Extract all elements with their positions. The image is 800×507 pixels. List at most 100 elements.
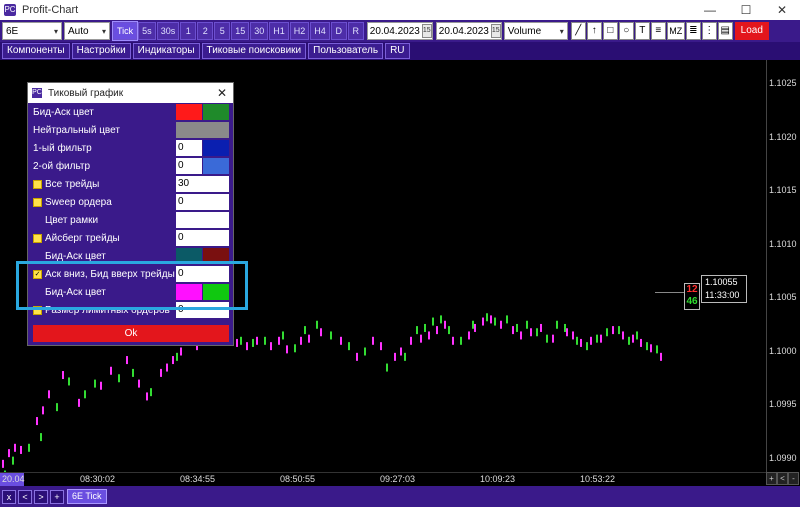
checkbox[interactable]: [33, 197, 42, 207]
time-axis[interactable]: 20.04 08:30:02 08:34:55 08:50:55 09:27:03 10…: [0, 472, 766, 486]
price-axis[interactable]: 1.1025 1.1020 1.1015 1.1010 1.1005 1.1000 1.09…: [766, 60, 800, 472]
close-icon[interactable]: ✕: [217, 86, 227, 100]
close-sheet-button[interactable]: x: [2, 489, 16, 504]
bid-tick-mark: [428, 331, 430, 340]
bid-tick-mark: [394, 352, 396, 361]
setting-value-input[interactable]: [176, 212, 229, 228]
prev-sheet-button[interactable]: <: [18, 489, 32, 504]
bid-count: 12: [686, 284, 698, 295]
timeframe-5-button[interactable]: 5: [214, 22, 231, 40]
line-tool-icon[interactable]: ╱: [570, 22, 586, 40]
text-tool-icon[interactable]: T: [634, 22, 650, 40]
grid-tool-icon[interactable]: ▤: [717, 22, 733, 40]
timeframe-2-button[interactable]: 2: [197, 22, 214, 40]
timeframe-d-button[interactable]: D: [330, 22, 347, 40]
setting-row: Цвет рамки: [28, 211, 233, 229]
list-tool-icon[interactable]: ≣: [685, 22, 701, 40]
sheet-tab[interactable]: 6E Tick: [67, 489, 107, 504]
filter-color-swatch[interactable]: [203, 140, 229, 156]
timeframe-1-button[interactable]: 1: [180, 22, 197, 40]
bid-tick-mark: [500, 320, 502, 329]
levels-tool-icon[interactable]: ≡: [650, 22, 666, 40]
minimize-button[interactable]: —: [692, 0, 728, 20]
timeframe-30s-button[interactable]: 30s: [156, 22, 180, 40]
menu-item-1[interactable]: Настройки: [71, 43, 131, 59]
axis-scroll-left-button[interactable]: <: [777, 472, 788, 485]
filter-value-input[interactable]: 0: [176, 140, 202, 156]
menu-item-3[interactable]: Тиковые поисковики: [201, 43, 307, 59]
bid-tick-mark: [490, 315, 492, 324]
menu-item-2[interactable]: Индикаторы: [132, 43, 200, 59]
next-sheet-button[interactable]: >: [34, 489, 48, 504]
timeframe-h2-button[interactable]: H2: [289, 22, 310, 40]
axis-scroll-right-button[interactable]: -: [788, 472, 799, 485]
timeframe-5s-button[interactable]: 5s: [138, 22, 156, 40]
setting-label: Бид-Аск цвет: [33, 106, 94, 118]
checkbox[interactable]: [33, 233, 42, 243]
load-button[interactable]: Load: [734, 22, 769, 40]
bid-tick-mark: [660, 352, 662, 361]
ask-tick-mark: [240, 336, 242, 345]
vol-tool-icon[interactable]: ⋮: [701, 22, 717, 40]
timeframe-h4-button[interactable]: H4: [310, 22, 330, 40]
bid-tick-mark: [166, 363, 168, 372]
bid-tick-mark: [622, 331, 624, 340]
setting-value-input[interactable]: 0: [176, 194, 229, 210]
ask-tick-mark: [424, 323, 426, 332]
timeframe-30-button[interactable]: 30: [250, 22, 269, 40]
chevron-down-icon: ▾: [53, 26, 58, 36]
setting-value-input[interactable]: 30: [176, 176, 229, 192]
price-tick-label: 1.0990: [769, 452, 797, 463]
arrow-tool-icon[interactable]: ↑: [586, 22, 602, 40]
ask-tick-mark: [586, 342, 588, 351]
timeframe-tick-button[interactable]: Tick: [111, 21, 139, 41]
mz-tool-icon[interactable]: MZ: [666, 22, 685, 40]
price-guide-line: [655, 292, 685, 293]
price-tick-label: 1.1005: [769, 292, 797, 302]
filter-color-swatch[interactable]: [203, 158, 229, 174]
bid-tick-mark: [100, 381, 102, 390]
add-sheet-button[interactable]: +: [50, 489, 64, 504]
neutral-color-swatch[interactable]: [176, 122, 229, 138]
axis-date: 20.04: [0, 473, 25, 486]
bid-color-swatch[interactable]: [176, 104, 202, 120]
bid-ask-count-box: 12 46: [684, 283, 700, 310]
timeframe-r-button[interactable]: R: [347, 22, 364, 40]
rect-tool-icon[interactable]: □: [602, 22, 618, 40]
mode-select[interactable]: Auto ▾: [64, 22, 110, 40]
ask-tick-mark: [28, 443, 30, 452]
menu-item-0[interactable]: Компоненты: [2, 43, 70, 59]
setting-label: 1-ый фильтр: [33, 142, 92, 154]
menu-item-4[interactable]: Пользователь: [308, 43, 384, 59]
calendar-icon[interactable]: 15: [421, 24, 432, 38]
bid-tick-mark: [530, 328, 532, 337]
volume-select[interactable]: Volume ▾: [503, 22, 568, 40]
checkbox[interactable]: [33, 179, 42, 189]
axis-plus-button[interactable]: +: [766, 472, 777, 485]
bid-tick-mark: [372, 336, 374, 345]
setting-label: Айсберг трейды: [45, 232, 120, 244]
ask-color-swatch[interactable]: [203, 104, 229, 120]
timeframe-h1-button[interactable]: H1: [269, 22, 289, 40]
symbol-select[interactable]: 6E ▾: [2, 22, 62, 40]
ok-button[interactable]: Ok: [33, 325, 229, 342]
ask-tick-mark: [68, 377, 70, 386]
price-tick-label: 1.1000: [769, 345, 797, 356]
close-window-button[interactable]: ✕: [764, 0, 800, 20]
date-from-field[interactable]: 20.04.2023 15: [366, 22, 433, 40]
ask-tick-mark: [556, 320, 558, 329]
date-to-field[interactable]: 20.04.2023 15: [435, 22, 502, 40]
bid-tick-mark: [62, 371, 64, 380]
ask-tick-mark: [316, 320, 318, 329]
menu-item-5[interactable]: RU: [385, 43, 410, 59]
filter-value-input[interactable]: 0: [176, 158, 202, 174]
maximize-button[interactable]: ☐: [728, 0, 764, 20]
highlight-frame: [16, 261, 248, 310]
timeframe-15-button[interactable]: 15: [231, 22, 250, 40]
setting-row: Все трейды 30: [28, 175, 233, 193]
ellipse-tool-icon[interactable]: ○: [618, 22, 634, 40]
calendar-icon[interactable]: 15: [490, 24, 501, 38]
setting-value-input[interactable]: 0: [176, 230, 229, 246]
ask-tick-mark: [304, 326, 306, 335]
bid-tick-mark: [270, 342, 272, 351]
